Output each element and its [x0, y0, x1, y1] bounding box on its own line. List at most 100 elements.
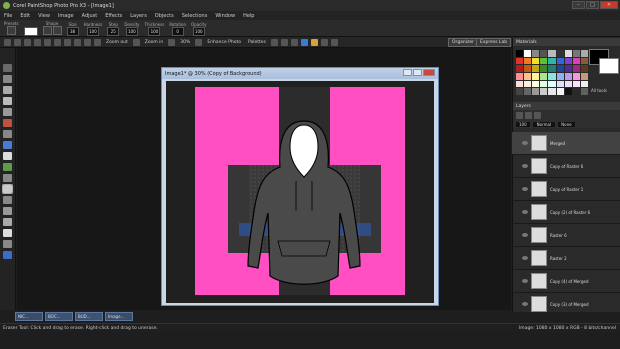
- size-field[interactable]: 38: [66, 27, 79, 36]
- layer-row[interactable]: Copy (4) of Merged: [512, 270, 620, 293]
- save-icon[interactable]: [24, 38, 31, 46]
- layer-row[interactable]: Merged: [512, 132, 620, 155]
- dodge-tool-icon[interactable]: [3, 163, 12, 171]
- rotation-field[interactable]: 0: [171, 27, 184, 36]
- toolbar-icon-1[interactable]: [270, 38, 278, 46]
- red-eye-tool-icon[interactable]: [3, 119, 12, 127]
- paint-brush-icon[interactable]: [3, 152, 12, 160]
- toolbar-icon-4[interactable]: [300, 38, 308, 46]
- visibility-icon[interactable]: [522, 302, 528, 306]
- document-tab[interactable]: BOC...: [45, 312, 73, 321]
- image-minimize-button[interactable]: [403, 69, 412, 76]
- zoom-out-button[interactable]: Zoom out: [104, 40, 130, 45]
- layer-row[interactable]: Copy of Raster 1: [512, 178, 620, 201]
- pen-tool-icon[interactable]: [3, 240, 12, 248]
- print-icon[interactable]: [34, 38, 41, 46]
- zoom-in-button[interactable]: Zoom in: [143, 40, 166, 45]
- step-field[interactable]: 25: [107, 27, 120, 36]
- warp-tool-icon[interactable]: [3, 251, 12, 259]
- visibility-icon[interactable]: [522, 141, 528, 145]
- round-shape-icon[interactable]: [42, 26, 52, 35]
- toolbar-icon-3[interactable]: [290, 38, 298, 46]
- menu-window[interactable]: Window: [215, 13, 235, 19]
- brush-tip-preview[interactable]: [23, 27, 38, 36]
- link-select[interactable]: None: [558, 121, 575, 127]
- document-tab[interactable]: BUD...: [75, 312, 103, 321]
- new-file-icon[interactable]: [4, 38, 11, 46]
- open-icon[interactable]: [14, 38, 21, 46]
- organizer-button[interactable]: Organizer: [448, 38, 479, 47]
- visibility-icon[interactable]: [522, 187, 528, 191]
- layer-row[interactable]: Raster 2: [512, 247, 620, 270]
- layer-opacity-field[interactable]: 100: [516, 121, 530, 127]
- pick-tool-icon[interactable]: [3, 75, 12, 83]
- layer-row[interactable]: Copy of Raster 6: [512, 155, 620, 178]
- zoom-level[interactable]: 30%: [178, 40, 192, 45]
- toolbar-icon-5[interactable]: [310, 38, 318, 46]
- delete-layer-icon[interactable]: [534, 111, 541, 119]
- layer-row[interactable]: Raster 6: [512, 224, 620, 247]
- enhance-photo-menu[interactable]: Enhance Photo: [205, 40, 243, 45]
- menu-effects[interactable]: Effects: [105, 13, 122, 19]
- smudge-tool-icon[interactable]: [3, 174, 12, 182]
- menu-objects[interactable]: Objects: [155, 13, 174, 19]
- eraser-tool-icon[interactable]: [2, 184, 13, 194]
- visibility-icon[interactable]: [522, 256, 528, 260]
- picture-tube-icon[interactable]: [3, 196, 12, 204]
- text-tool-icon[interactable]: [3, 218, 12, 226]
- maximize-button[interactable]: □: [586, 1, 599, 9]
- crop-tool-icon[interactable]: [3, 97, 12, 105]
- color-swatches[interactable]: [516, 50, 588, 95]
- opacity-field[interactable]: 100: [192, 27, 205, 36]
- visibility-icon[interactable]: [522, 233, 528, 237]
- blend-mode-select[interactable]: Normal: [532, 121, 556, 127]
- layer-row[interactable]: Copy (2) of Raster 6: [512, 201, 620, 224]
- visibility-icon[interactable]: [522, 210, 528, 214]
- image-maximize-button[interactable]: [413, 69, 422, 76]
- menu-selections[interactable]: Selections: [182, 13, 208, 19]
- thickness-field[interactable]: 100: [148, 27, 161, 36]
- background-color-swatch[interactable]: [599, 58, 619, 74]
- new-layer-icon[interactable]: [516, 111, 523, 119]
- zoom-out-icon[interactable]: [94, 38, 101, 46]
- clone-tool-icon[interactable]: [3, 130, 12, 138]
- undo-icon[interactable]: [44, 38, 51, 46]
- redo-icon[interactable]: [54, 38, 61, 46]
- visibility-icon[interactable]: [522, 164, 528, 168]
- visibility-icon[interactable]: [522, 279, 528, 283]
- zoom-in-icon[interactable]: [132, 38, 140, 46]
- menu-adjust[interactable]: Adjust: [82, 13, 98, 19]
- fit-icon[interactable]: [195, 38, 203, 46]
- selection-tool-icon[interactable]: [3, 86, 12, 94]
- menu-edit[interactable]: Edit: [20, 13, 30, 19]
- hardness-field[interactable]: 100: [86, 27, 99, 36]
- pan-tool-icon[interactable]: [3, 64, 12, 72]
- document-tab[interactable]: Image...: [105, 312, 133, 321]
- palettes-menu[interactable]: Palettes: [246, 40, 268, 45]
- express-lab-button[interactable]: Express Lab: [476, 38, 512, 47]
- menu-image[interactable]: Image: [58, 13, 74, 19]
- menu-view[interactable]: View: [38, 13, 50, 19]
- close-button[interactable]: ✕: [600, 1, 618, 9]
- makeover-tool-icon[interactable]: [3, 141, 12, 149]
- minimize-button[interactable]: –: [572, 1, 585, 9]
- eraser-preset-icon[interactable]: [6, 26, 16, 35]
- menu-layers[interactable]: Layers: [130, 13, 147, 19]
- toolbar-icon-7[interactable]: [330, 38, 338, 46]
- image-window[interactable]: Image1* @ 30% (Copy of Background): [161, 67, 439, 306]
- copy-icon[interactable]: [74, 38, 81, 46]
- flood-fill-icon[interactable]: [3, 207, 12, 215]
- layer-row[interactable]: Copy (3) of Merged: [512, 293, 620, 312]
- menu-help[interactable]: Help: [243, 13, 254, 19]
- shape-tool-icon[interactable]: [3, 229, 12, 237]
- menu-file[interactable]: File: [4, 13, 12, 19]
- all-tools-checkbox[interactable]: All tools: [591, 88, 607, 93]
- layer-group-icon[interactable]: [525, 111, 532, 119]
- toolbar-icon-6[interactable]: [320, 38, 328, 46]
- cut-icon[interactable]: [64, 38, 71, 46]
- paste-icon[interactable]: [84, 38, 91, 46]
- image-close-button[interactable]: [423, 69, 435, 76]
- image-canvas[interactable]: [166, 81, 434, 303]
- square-shape-icon[interactable]: [52, 26, 62, 35]
- toolbar-icon-2[interactable]: [280, 38, 288, 46]
